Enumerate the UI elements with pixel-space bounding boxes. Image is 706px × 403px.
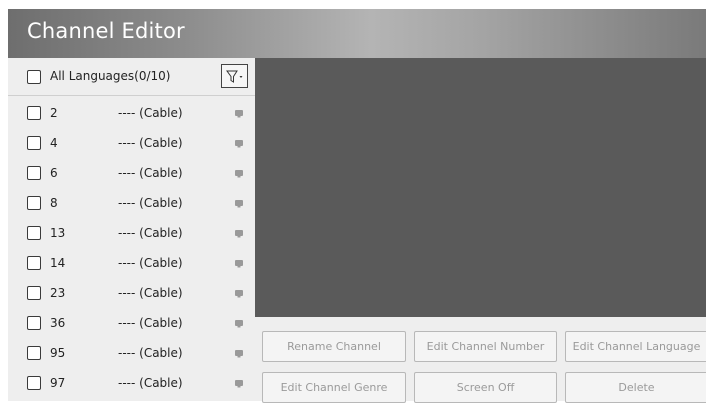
channel-name: ---- (Cable) xyxy=(118,256,183,270)
channel-number: 36 xyxy=(50,316,66,330)
select-all-label: All Languages(0/10) xyxy=(50,69,171,83)
channel-preview-screen xyxy=(255,58,706,317)
channel-checkbox[interactable] xyxy=(27,316,41,330)
channel-checkbox[interactable] xyxy=(27,196,41,210)
lock-icon xyxy=(235,290,243,298)
lock-icon xyxy=(235,260,243,268)
lock-icon xyxy=(235,380,243,388)
lock-icon xyxy=(235,200,243,208)
channel-row[interactable]: 23 ---- (Cable) xyxy=(8,276,255,306)
channel-name: ---- (Cable) xyxy=(118,286,183,300)
channel-number: 6 xyxy=(50,166,58,180)
channel-checkbox[interactable] xyxy=(27,166,41,180)
channel-checkbox[interactable] xyxy=(27,226,41,240)
channel-number: 2 xyxy=(50,106,58,120)
lock-icon xyxy=(235,110,243,118)
header-bar: Channel Editor xyxy=(8,9,706,58)
channel-list: 2 ---- (Cable) 4 ---- (Cable) 6 ---- (Ca… xyxy=(8,96,255,401)
rename-channel-button[interactable]: Rename Channel xyxy=(262,331,406,362)
channel-row[interactable]: 4 ---- (Cable) xyxy=(8,126,255,156)
lock-icon xyxy=(235,230,243,238)
channel-number: 4 xyxy=(50,136,58,150)
channel-number: 23 xyxy=(50,286,66,300)
channel-name: ---- (Cable) xyxy=(118,316,183,330)
channel-number: 97 xyxy=(50,376,66,390)
edit-channel-number-button[interactable]: Edit Channel Number xyxy=(414,331,557,362)
channel-checkbox[interactable] xyxy=(27,256,41,270)
channel-number: 14 xyxy=(50,256,66,270)
channel-checkbox[interactable] xyxy=(27,376,41,390)
delete-button[interactable]: Delete xyxy=(565,372,706,403)
channel-checkbox[interactable] xyxy=(27,286,41,300)
lock-icon xyxy=(235,350,243,358)
filter-button[interactable] xyxy=(221,64,248,88)
channel-row[interactable]: 97 ---- (Cable) xyxy=(8,366,255,396)
channel-name: ---- (Cable) xyxy=(118,166,183,180)
channel-row[interactable]: 2 ---- (Cable) xyxy=(8,96,255,126)
select-all-checkbox[interactable] xyxy=(27,70,41,84)
lock-icon xyxy=(235,170,243,178)
channel-row[interactable]: 8 ---- (Cable) xyxy=(8,186,255,216)
channel-checkbox[interactable] xyxy=(27,136,41,150)
channel-row[interactable]: 14 ---- (Cable) xyxy=(8,246,255,276)
edit-channel-genre-button[interactable]: Edit Channel Genre xyxy=(262,372,406,403)
channel-editor-window: Channel Editor All Languages(0/10) 2 ---… xyxy=(8,9,706,403)
channel-name: ---- (Cable) xyxy=(118,226,183,240)
channel-name: ---- (Cable) xyxy=(118,196,183,210)
channel-name: ---- (Cable) xyxy=(118,346,183,360)
channel-name: ---- (Cable) xyxy=(118,376,183,390)
edit-channel-language-button[interactable]: Edit Channel Language xyxy=(565,331,706,362)
channel-checkbox[interactable] xyxy=(27,106,41,120)
channel-row[interactable]: 13 ---- (Cable) xyxy=(8,216,255,246)
channel-row[interactable]: 36 ---- (Cable) xyxy=(8,306,255,336)
channel-row[interactable]: 6 ---- (Cable) xyxy=(8,156,255,186)
lock-icon xyxy=(235,140,243,148)
page-title: Channel Editor xyxy=(27,19,185,43)
action-button-panel: Rename Channel Edit Channel Number Edit … xyxy=(255,317,706,403)
filter-icon xyxy=(226,70,243,83)
select-all-row[interactable]: All Languages(0/10) xyxy=(8,58,255,96)
channel-number: 13 xyxy=(50,226,66,240)
screen-off-button[interactable]: Screen Off xyxy=(414,372,557,403)
channel-name: ---- (Cable) xyxy=(118,106,183,120)
lock-icon xyxy=(235,320,243,328)
channel-checkbox[interactable] xyxy=(27,346,41,360)
channel-name: ---- (Cable) xyxy=(118,136,183,150)
channel-number: 95 xyxy=(50,346,66,360)
channel-row[interactable]: 95 ---- (Cable) xyxy=(8,336,255,366)
channel-list-panel: All Languages(0/10) 2 ---- (Cable) 4 ---… xyxy=(8,58,255,401)
channel-number: 8 xyxy=(50,196,58,210)
